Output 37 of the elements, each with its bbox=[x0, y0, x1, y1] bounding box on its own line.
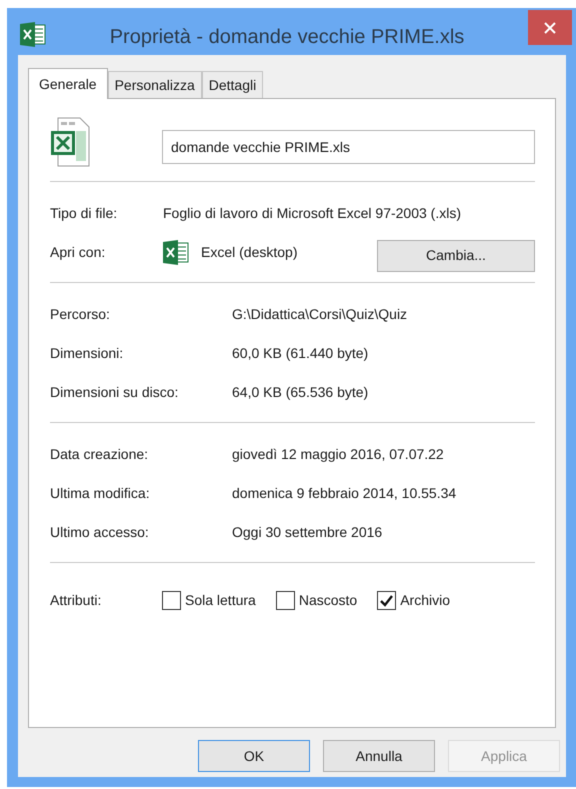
tab[interactable]: Personalizza bbox=[108, 71, 202, 98]
field-label: Apri con: bbox=[50, 243, 106, 262]
field-label: Data creazione: bbox=[50, 445, 150, 464]
checkbox[interactable] bbox=[276, 591, 295, 610]
field-label: Ultima modifica: bbox=[50, 484, 151, 503]
field-value: Oggi 30 settembre 2016 bbox=[232, 523, 382, 542]
window-title: Proprietà - domande vecchie PRIME.xls bbox=[108, 25, 466, 50]
field-label: Ultimo accesso: bbox=[50, 523, 150, 542]
field-value: Excel (desktop) bbox=[201, 243, 298, 262]
checkbox[interactable] bbox=[162, 591, 181, 610]
checkbox-label: Nascosto bbox=[298, 591, 358, 610]
check-icon bbox=[380, 594, 394, 606]
spreadsheet-file-icon bbox=[50, 117, 90, 167]
checkbox-label: Archivio bbox=[400, 591, 450, 610]
field-value: G:\Didattica\Corsi\Quiz\Quiz bbox=[232, 305, 408, 324]
tab[interactable]: Generale bbox=[28, 68, 108, 99]
close-icon bbox=[544, 22, 556, 34]
change-button[interactable]: Cambia... bbox=[377, 240, 535, 272]
field-label: Dimensioni su disco: bbox=[50, 383, 180, 402]
tab[interactable]: Dettagli bbox=[202, 71, 264, 98]
dialog-button[interactable]: Annulla bbox=[323, 740, 435, 772]
field-value: Foglio di lavoro di Microsoft Excel 97-2003 (.xls) bbox=[163, 204, 462, 223]
file-name-field[interactable]: domande vecchie PRIME.xls bbox=[162, 130, 535, 164]
field-label: Tipo di file: bbox=[50, 204, 118, 223]
close-button[interactable] bbox=[528, 10, 572, 45]
checkbox-label: Sola lettura bbox=[185, 591, 256, 610]
spreadsheet-icon bbox=[163, 240, 189, 265]
field-value: 64,0 KB (65.536 byte) bbox=[232, 383, 368, 402]
field-value: domenica 9 febbraio 2014, 10.55.34 bbox=[232, 484, 456, 503]
field-label: Dimensioni: bbox=[50, 344, 124, 363]
dialog-button[interactable]: OK bbox=[198, 740, 310, 772]
checkbox[interactable] bbox=[377, 591, 396, 610]
field-value: giovedì 12 maggio 2016, 07.07.22 bbox=[232, 445, 444, 464]
spreadsheet-icon bbox=[20, 22, 46, 47]
field-value: 60,0 KB (61.440 byte) bbox=[232, 344, 368, 363]
field-label: Attributi: bbox=[50, 591, 102, 610]
field-label: Percorso: bbox=[50, 305, 111, 324]
